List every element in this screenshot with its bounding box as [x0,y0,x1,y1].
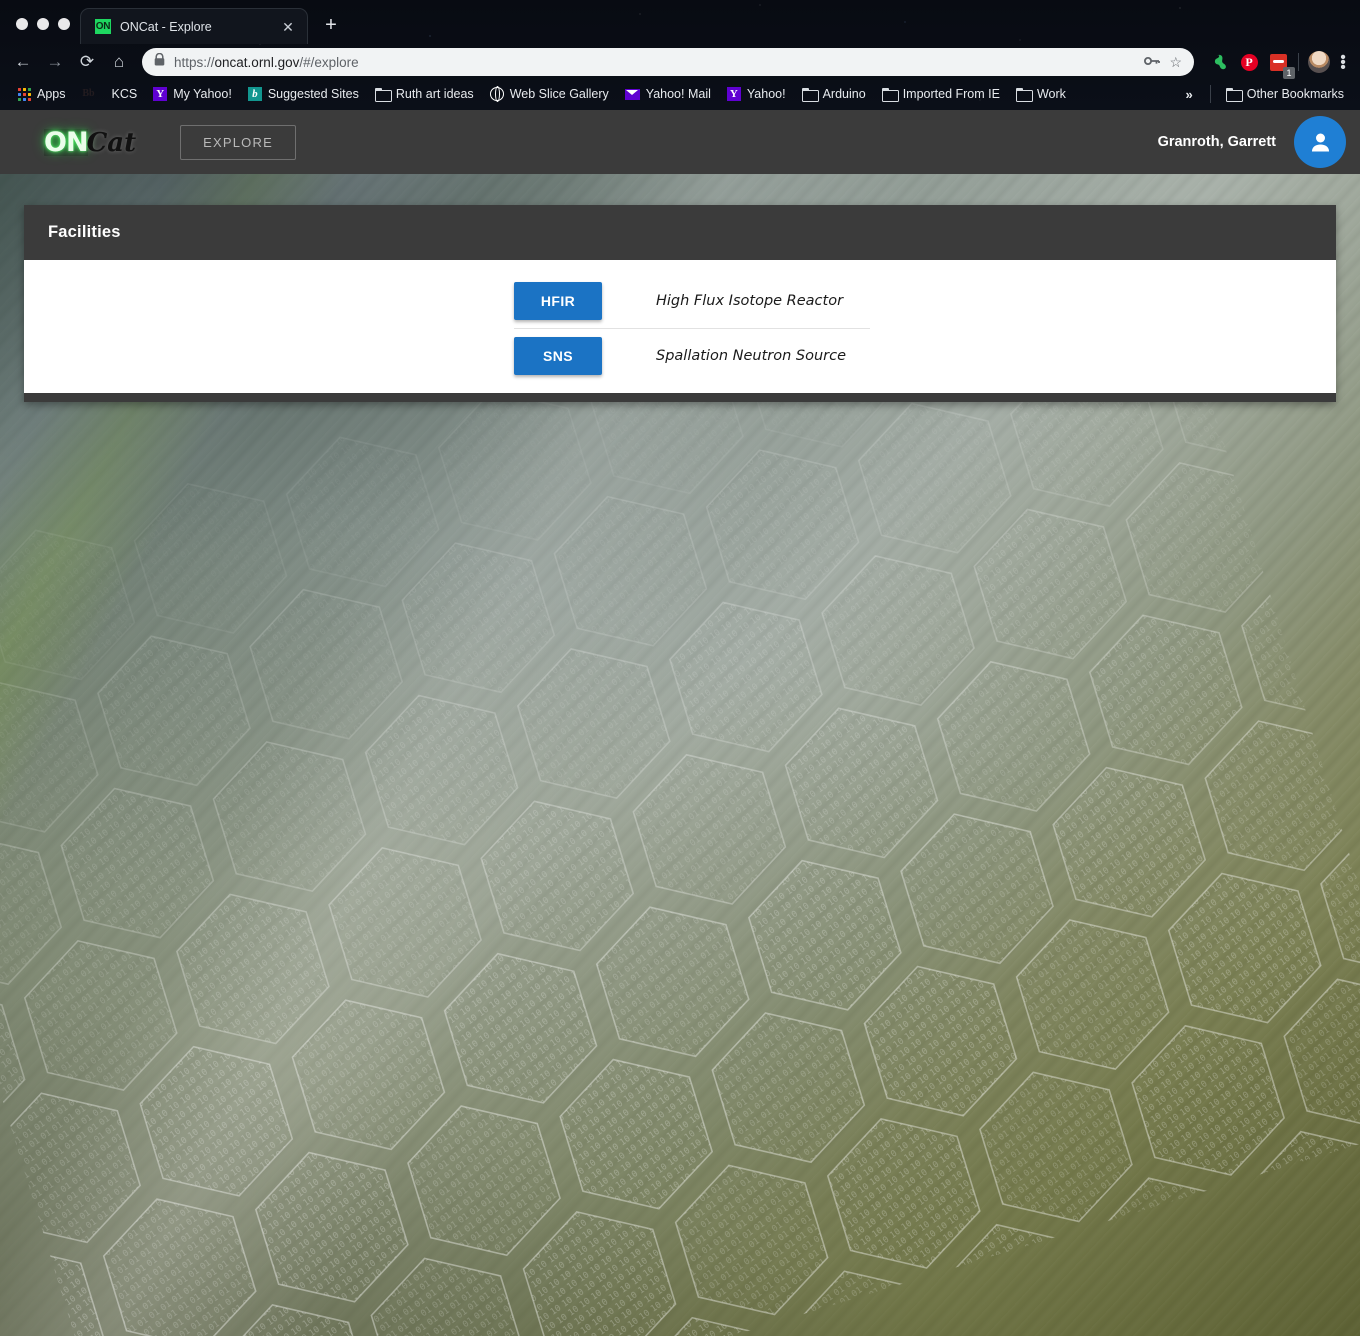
tab-favicon-oncat-icon: ON [95,19,111,34]
yahoo-icon: Y [153,87,167,101]
logo-cat-text: Cat [87,130,137,156]
globe-icon [490,87,504,101]
browser-toolbar: ← → ⟳ ⌂ https://oncat.ornl.gov/#/explore… [0,44,1360,80]
pinterest-extension-icon[interactable]: P [1238,51,1260,73]
evernote-extension-icon[interactable] [1209,51,1231,73]
bookmarks-divider [1210,85,1211,103]
folder-icon [802,88,817,100]
bookmark-suggested-sites[interactable]: b Suggested Sites [240,84,367,104]
bookmark-arduino[interactable]: Arduino [794,84,874,104]
lock-icon [154,53,165,71]
browser-profile-avatar[interactable] [1308,51,1330,73]
facility-row-sns: SNS Spallation Neutron Source [514,328,870,383]
bookmark-work[interactable]: Work [1008,84,1074,104]
extension-badge-count: 1 [1283,67,1295,79]
window-close-button[interactable] [16,18,28,30]
browser-menu-icon[interactable]: ••• [1332,55,1350,70]
toolbar-divider [1298,53,1299,71]
page-viewport: 10 01 ONCat EXPLORE Granroth, Garrett [0,110,1360,1336]
facility-button-hfir[interactable]: HFIR [514,282,602,320]
bookmarks-bar: Apps Bb KCS Y My Yahoo! b Suggested Site… [0,80,1360,108]
bookmark-label: Yahoo! [747,87,786,101]
pinterest-glyph: P [1241,54,1258,71]
folder-icon [882,88,897,100]
facilities-card-title: Facilities [24,205,1336,260]
bookmark-ruth-art-ideas[interactable]: Ruth art ideas [367,84,482,104]
facilities-card-body: HFIR High Flux Isotope Reactor SNS Spall… [24,260,1336,393]
bookmark-yahoo-mail[interactable]: Yahoo! Mail [617,84,719,104]
pocket-extension-icon[interactable]: 1 [1267,51,1289,73]
bookmark-apps[interactable]: Apps [10,84,74,104]
address-bar-url: https://oncat.ornl.gov/#/explore [174,55,1135,70]
blackboard-icon: Bb [82,88,96,100]
bing-icon: b [248,87,262,101]
folder-icon [1016,88,1031,100]
other-bookmarks-folder[interactable]: Other Bookmarks [1218,84,1352,104]
bookmark-kcs[interactable]: KCS [104,84,146,104]
app-header-right: Granroth, Garrett [1158,116,1336,168]
url-host: oncat.ornl.gov [215,55,300,70]
yahoo-icon: Y [727,87,741,101]
apps-grid-icon [18,88,31,101]
user-avatar-button[interactable] [1294,116,1346,168]
facilities-card-footer [24,393,1336,402]
tab-title: ONCat - Explore [120,20,270,34]
bookmark-label: Apps [37,87,66,101]
facility-name-sns: Spallation Neutron Source [656,348,846,364]
facility-button-sns[interactable]: SNS [514,337,602,375]
oncat-logo[interactable]: ONCat [44,129,136,156]
window-controls[interactable] [8,18,80,44]
window-maximize-button[interactable] [58,18,70,30]
folder-icon [1226,88,1241,100]
facilities-list: HFIR High Flux Isotope Reactor SNS Spall… [514,274,870,383]
facility-row-hfir: HFIR High Flux Isotope Reactor [514,274,870,328]
bookmark-web-slice-gallery[interactable]: Web Slice Gallery [482,84,617,104]
bookmark-label: Ruth art ideas [396,87,474,101]
home-button[interactable]: ⌂ [104,47,134,77]
back-button[interactable]: ← [8,47,38,77]
bookmark-label: Work [1037,87,1066,101]
person-icon [1307,129,1334,156]
bookmark-bb[interactable]: Bb [74,85,104,103]
mail-icon [625,89,640,100]
facilities-card: Facilities HFIR High Flux Isotope Reacto… [24,205,1336,402]
other-bookmarks-label: Other Bookmarks [1247,87,1344,101]
bookmark-my-yahoo[interactable]: Y My Yahoo! [145,84,240,104]
facility-name-hfir: High Flux Isotope Reactor [656,293,843,309]
app-header: ONCat EXPLORE Granroth, Garrett [0,110,1360,174]
bookmark-label: Web Slice Gallery [510,87,609,101]
bookmark-label: KCS [112,87,138,101]
bookmark-label: My Yahoo! [173,87,232,101]
bookmark-label: Imported From IE [903,87,1000,101]
new-tab-button[interactable]: + [316,10,346,40]
folder-icon [375,88,390,100]
bookmark-label: Arduino [823,87,866,101]
url-scheme: https:// [174,55,215,70]
bookmark-label: Suggested Sites [268,87,359,101]
logo-on-text: ON [44,129,88,156]
forward-button[interactable]: → [40,47,70,77]
browser-tab-oncat[interactable]: ON ONCat - Explore ✕ [80,8,308,44]
browser-chrome: ON ONCat - Explore ✕ + ← → ⟳ ⌂ https://o… [0,0,1360,110]
address-bar[interactable]: https://oncat.ornl.gov/#/explore ☆ [142,48,1194,76]
window-minimize-button[interactable] [37,18,49,30]
bookmarks-overflow-icon[interactable]: » [1176,87,1203,102]
bookmark-label: Yahoo! Mail [646,87,711,101]
user-name-label: Granroth, Garrett [1158,134,1276,150]
bookmark-star-icon[interactable]: ☆ [1169,54,1182,71]
password-key-icon[interactable] [1144,54,1160,71]
bookmark-yahoo[interactable]: Y Yahoo! [719,84,794,104]
tab-strip: ON ONCat - Explore ✕ + [0,0,1360,44]
bookmarks-bar-right: » Other Bookmarks [1176,84,1353,104]
bookmark-imported-from-ie[interactable]: Imported From IE [874,84,1008,104]
url-path: /#/explore [299,55,358,70]
tab-close-icon[interactable]: ✕ [279,20,297,34]
nav-explore-button[interactable]: EXPLORE [180,125,296,160]
reload-button[interactable]: ⟳ [72,47,102,77]
